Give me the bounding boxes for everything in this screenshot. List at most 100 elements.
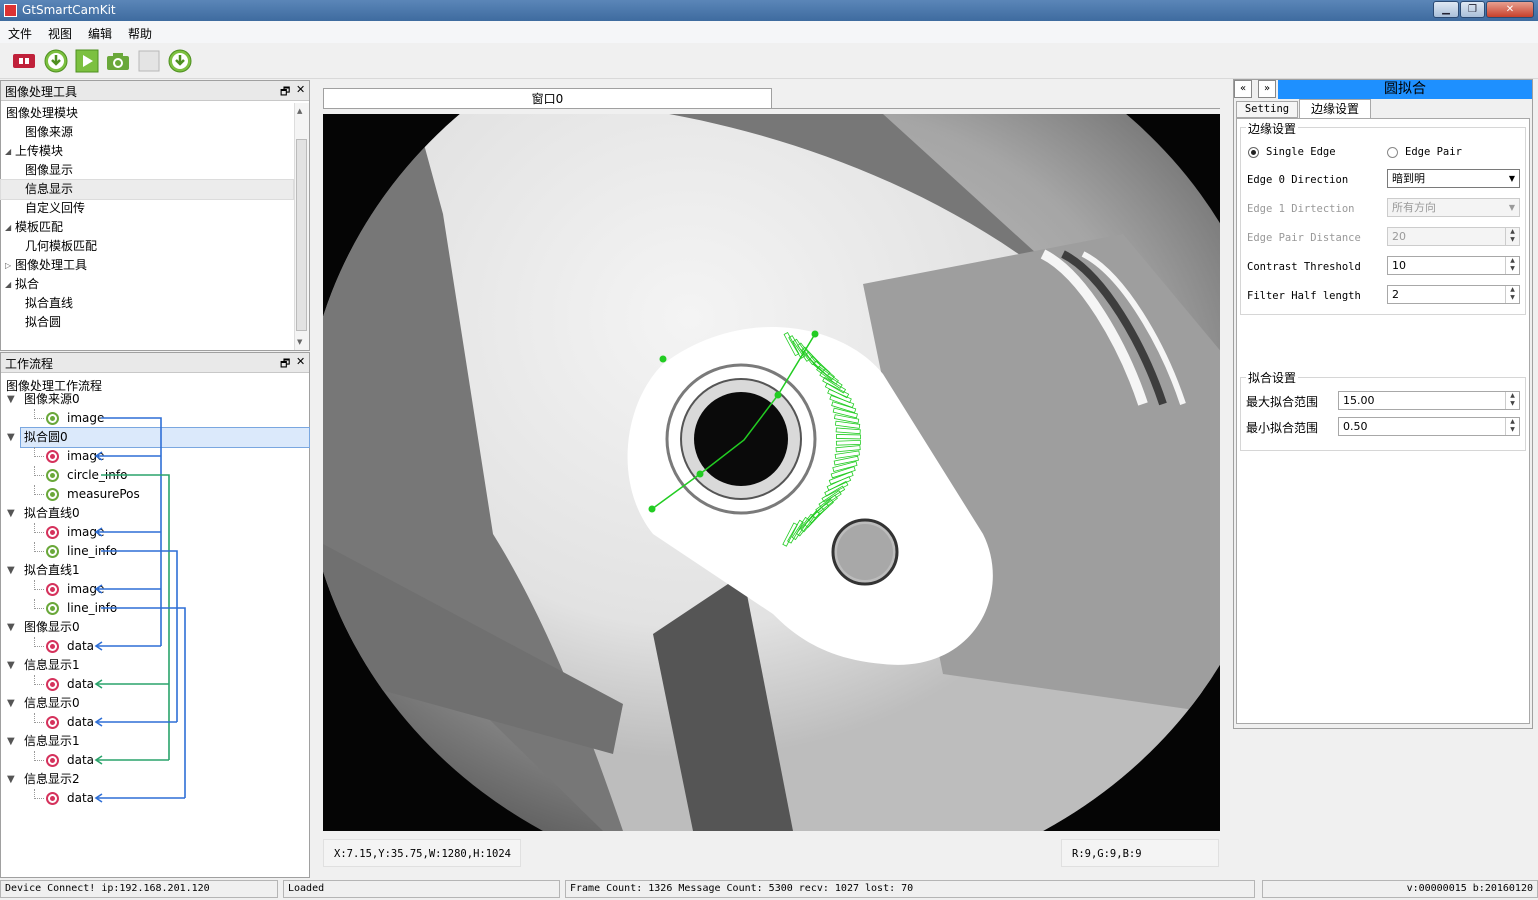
- spinner-icon[interactable]: ▲ ▼: [1505, 286, 1519, 303]
- status-version: v:00000015 b:20160120: [1262, 880, 1538, 898]
- fit-point[interactable]: [774, 391, 782, 399]
- scroll-down-icon[interactable]: ▼: [297, 338, 302, 346]
- fit-point[interactable]: [696, 470, 704, 478]
- fit-point[interactable]: [659, 355, 667, 363]
- fit-group-title: 拟合设置: [1246, 369, 1299, 386]
- scroll-thumb[interactable]: [296, 139, 307, 331]
- title-bar: GtSmartCamKit ▁ ❐ ✕: [0, 0, 1538, 21]
- minimize-button[interactable]: ▁: [1433, 1, 1459, 18]
- circle-fit-panel: « » 圆拟合 Setting 边缘设置 边缘设置 Single Edge Ed…: [1233, 79, 1533, 729]
- contrast-threshold-value: 10: [1392, 259, 1406, 272]
- tools-item-label: 模板匹配: [15, 220, 64, 234]
- filter-half-length-input[interactable]: 2 ▲ ▼: [1387, 285, 1520, 304]
- fit-point[interactable]: [811, 330, 819, 338]
- status-loaded: Loaded: [283, 880, 560, 898]
- filter-half-length-value: 2: [1392, 288, 1399, 301]
- spinner-icon[interactable]: ▲ ▼: [1505, 228, 1519, 245]
- tools-item[interactable]: 拟合圆: [1, 313, 293, 332]
- collapse-right-icon[interactable]: »: [1258, 80, 1276, 98]
- coords-readout: X:7.15,Y:35.75,W:1280,H:1024: [334, 848, 512, 860]
- tools-item[interactable]: 图像显示: [1, 161, 293, 180]
- scroll-up-icon[interactable]: ▲: [297, 107, 302, 115]
- edge-group-title: 边缘设置: [1246, 120, 1299, 137]
- contrast-threshold-input[interactable]: 10 ▲ ▼: [1387, 256, 1520, 275]
- edge-pair-radio[interactable]: [1387, 147, 1398, 158]
- rgb-readout: R:9,G:9,B:9: [1072, 848, 1142, 860]
- collapse-left-icon[interactable]: «: [1234, 80, 1252, 98]
- close-icon[interactable]: ✕: [296, 83, 305, 96]
- tools-item-label: 拟合圆: [25, 315, 62, 329]
- tools-item[interactable]: 自定义回传: [1, 199, 293, 218]
- menu-help[interactable]: 帮助: [128, 25, 152, 42]
- edge0-direction-value: 暗到明: [1392, 172, 1425, 185]
- close-button[interactable]: ✕: [1486, 1, 1534, 18]
- tools-panel: 图像处理工具 🗗 ✕ 图像处理模块图像来源 ◢ 上传模块图像显示信息显示自定义回传 ◢…: [0, 80, 310, 351]
- tools-item[interactable]: ▷ 图像处理工具: [1, 256, 293, 275]
- tools-item-label: 图像显示: [25, 163, 74, 177]
- spinner-icon[interactable]: ▲ ▼: [1505, 392, 1519, 409]
- tools-item-label: 自定义回传: [25, 201, 86, 215]
- workflow-link: [101, 474, 170, 760]
- edge-pair-distance-value: 20: [1392, 230, 1406, 243]
- expanded-arrow-icon[interactable]: ◢: [5, 218, 11, 237]
- download-icon[interactable]: [44, 49, 68, 73]
- tools-item[interactable]: ◢ 拟合: [1, 275, 293, 294]
- upload-icon[interactable]: [168, 49, 192, 73]
- image-view[interactable]: [323, 114, 1220, 831]
- expanded-arrow-icon[interactable]: ◢: [5, 142, 11, 161]
- tools-item-label: 信息显示: [25, 182, 74, 196]
- toolbar: [0, 43, 1538, 79]
- fit-groupbox: [1240, 377, 1526, 451]
- tools-item-label: 图像处理模块: [6, 106, 79, 120]
- tools-item[interactable]: 图像处理模块: [1, 104, 293, 123]
- min-range-input[interactable]: 0.50 ▲ ▼: [1338, 417, 1520, 436]
- edge-pair-distance-input[interactable]: 20 ▲ ▼: [1387, 227, 1520, 246]
- tools-item[interactable]: ◢ 上传模块: [1, 142, 293, 161]
- collapsed-arrow-icon[interactable]: ▷: [5, 256, 11, 275]
- coords-box: X:7.15,Y:35.75,W:1280,H:1024: [323, 839, 521, 867]
- tools-item-label: 几何模板匹配: [25, 239, 98, 253]
- maximize-button[interactable]: ❐: [1460, 1, 1485, 18]
- status-device: Device Connect! ip:192.168.201.120: [0, 880, 278, 898]
- tools-item[interactable]: 信息显示: [0, 179, 294, 200]
- edge0-direction-select[interactable]: 暗到明 ▼: [1387, 169, 1520, 188]
- tab-edge-settings[interactable]: 边缘设置: [1299, 99, 1371, 119]
- filter-half-length-label: Filter Half length: [1247, 290, 1361, 302]
- edge-pair-label: Edge Pair: [1405, 146, 1462, 158]
- edge1-direction-select[interactable]: 所有方向 ▼: [1387, 198, 1520, 217]
- workflow-connections: [94, 417, 186, 803]
- tools-item[interactable]: 几何模板匹配: [1, 237, 293, 256]
- tools-panel-title: 图像处理工具: [5, 85, 78, 99]
- tab-content: 边缘设置 Single Edge Edge Pair Edge 0 Direct…: [1236, 118, 1530, 724]
- tools-item[interactable]: 拟合直线: [1, 294, 293, 313]
- max-range-input[interactable]: 15.00 ▲ ▼: [1338, 391, 1520, 410]
- float-icon[interactable]: 🗗: [280, 83, 290, 102]
- max-range-label: 最大拟合范围: [1246, 395, 1319, 409]
- workflow-link: [101, 550, 178, 722]
- spinner-icon[interactable]: ▲ ▼: [1505, 418, 1519, 435]
- menu-view[interactable]: 视图: [48, 25, 72, 42]
- fit-point[interactable]: [648, 505, 656, 513]
- chevron-down-icon: ▼: [1508, 203, 1515, 212]
- expanded-arrow-icon[interactable]: ◢: [5, 275, 11, 294]
- menu-bar: 文件 视图 编辑 帮助: [0, 21, 1538, 43]
- tab-window0[interactable]: 窗口0: [323, 88, 772, 109]
- menu-file[interactable]: 文件: [8, 25, 32, 42]
- menu-edit[interactable]: 编辑: [88, 25, 112, 42]
- run-icon[interactable]: [75, 49, 99, 73]
- tools-scrollbar[interactable]: ▲ ▼: [294, 103, 309, 350]
- spinner-icon[interactable]: ▲ ▼: [1505, 257, 1519, 274]
- tab-setting[interactable]: Setting: [1236, 101, 1298, 118]
- rgb-box: R:9,G:9,B:9: [1061, 839, 1219, 867]
- single-edge-radio[interactable]: [1248, 147, 1259, 158]
- tools-item-label: 拟合直线: [25, 296, 74, 310]
- tools-item[interactable]: ◢ 模板匹配: [1, 218, 293, 237]
- tools-item-label: 图像来源: [25, 125, 74, 139]
- camera-image[interactable]: [323, 114, 1220, 831]
- max-range-value: 15.00: [1343, 394, 1375, 407]
- camera-icon[interactable]: [106, 49, 130, 73]
- tools-item[interactable]: 图像来源: [1, 123, 293, 142]
- stop-connect-icon[interactable]: [12, 49, 36, 73]
- blank-icon[interactable]: [137, 49, 161, 73]
- min-range-label: 最小拟合范围: [1246, 421, 1319, 435]
